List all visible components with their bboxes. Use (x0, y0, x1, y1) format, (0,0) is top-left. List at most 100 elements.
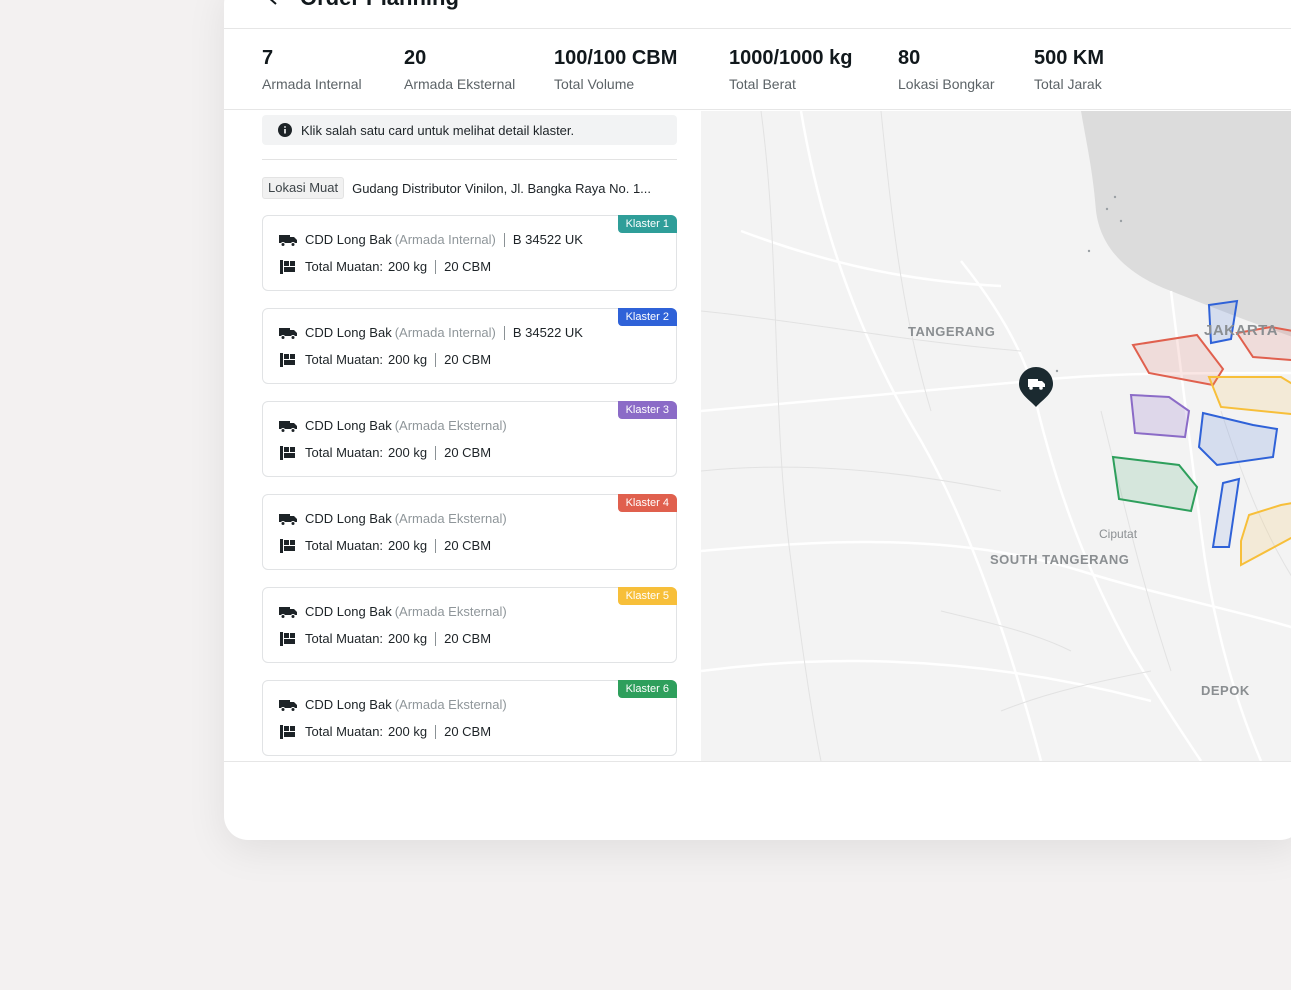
divider (262, 159, 677, 160)
page-title: Order Planning (300, 0, 459, 18)
map-label-ciputat: Ciputat (1099, 527, 1138, 541)
cluster-card-5[interactable]: Klaster 5 CDD Long Bak (Armada Eksternal… (262, 587, 677, 663)
truck-icon (279, 420, 297, 433)
vehicle-type: CDD Long Bak (305, 511, 392, 526)
map-label-tangerang: TANGERANG (908, 324, 996, 339)
cluster-badge: Klaster 4 (617, 494, 677, 512)
map-label-jakarta: JAKARTA (1204, 322, 1279, 339)
stat-value: 500 KM (1034, 47, 1105, 69)
cluster-card-1[interactable]: Klaster 1 CDD Long Bak (Armada Internal)… (262, 215, 677, 291)
stat-value: 100/100 CBM (554, 47, 678, 69)
truck-icon (279, 699, 297, 712)
load-weight: 200 kg (388, 445, 428, 460)
info-text: Klik salah satu card untuk melihat detai… (301, 122, 575, 138)
cargo-icon (280, 259, 295, 274)
cargo-icon (280, 352, 295, 367)
truck-icon (279, 327, 297, 340)
separator (435, 445, 437, 460)
vehicle-type: CDD Long Bak (305, 325, 392, 340)
fleet-type: (Armada Eksternal) (394, 511, 507, 526)
stat-armada-internal: 7 Armada Internal (262, 45, 362, 93)
stat-lokasi-bongkar: 80 Lokasi Bongkar (898, 45, 995, 93)
cluster-badge: Klaster 6 (617, 680, 677, 698)
map-label-south-tangerang: SOUTH TANGERANG (990, 552, 1130, 567)
vehicle-type: CDD Long Bak (305, 697, 392, 712)
vehicle-type: CDD Long Bak (305, 232, 392, 247)
vehicle-type: CDD Long Bak (305, 604, 392, 619)
fleet-type: (Armada Internal) (394, 325, 496, 340)
load-label: Total Muatan: (305, 631, 384, 646)
divider (224, 761, 1291, 762)
stat-armada-eksternal: 20 Armada Eksternal (404, 45, 515, 93)
load-weight: 200 kg (388, 538, 428, 553)
load-label: Total Muatan: (305, 445, 384, 460)
stat-value: 1000/1000 kg (729, 47, 853, 69)
load-volume: 20 CBM (444, 538, 492, 553)
fleet-type: (Armada Eksternal) (394, 697, 507, 712)
cluster-badge: Klaster 1 (617, 215, 677, 233)
separator (503, 325, 505, 340)
fleet-type: (Armada Eksternal) (394, 418, 507, 433)
load-weight: 200 kg (388, 352, 428, 367)
cluster-card-2[interactable]: Klaster 2 CDD Long Bak (Armada Internal)… (262, 308, 677, 384)
cluster-card-3[interactable]: Klaster 3 CDD Long Bak (Armada Eksternal… (262, 401, 677, 477)
fleet-type: (Armada Internal) (394, 232, 496, 247)
truck-icon (279, 234, 297, 247)
load-volume: 20 CBM (444, 259, 492, 274)
arrow-left-icon[interactable] (262, 0, 284, 8)
plate-number: B 34522 UK (512, 325, 583, 340)
cluster-badge: Klaster 3 (617, 401, 677, 419)
load-location-tag: Lokasi Muat (262, 177, 345, 199)
stat-value: 20 (404, 47, 427, 69)
map-label-depok: DEPOK (1201, 683, 1250, 698)
app-window: Order Planning 7 Armada Internal 20 Arma… (224, 0, 1291, 840)
stat-total-berat: 1000/1000 kg Total Berat (729, 45, 852, 93)
truck-icon (279, 606, 297, 619)
stats-bar: 7 Armada Internal 20 Armada Eksternal 10… (224, 29, 1291, 110)
cluster-badge: Klaster 5 (617, 587, 677, 605)
cargo-icon (280, 445, 295, 460)
stat-label: Armada Internal (262, 76, 362, 92)
stat-label: Total Volume (554, 76, 635, 92)
cluster-list-panel[interactable]: Klik salah satu card untuk melihat detai… (224, 111, 701, 761)
cluster-badge: Klaster 2 (617, 308, 677, 326)
load-volume: 20 CBM (444, 352, 492, 367)
stat-total-jarak: 500 KM Total Jarak (1034, 45, 1104, 93)
load-label: Total Muatan: (305, 259, 384, 274)
info-icon (278, 123, 292, 137)
stat-total-volume: 100/100 CBM Total Volume (554, 45, 677, 93)
load-volume: 20 CBM (444, 445, 492, 460)
separator (503, 232, 505, 247)
map-canvas (701, 111, 1291, 761)
load-volume: 20 CBM (444, 724, 492, 739)
cluster-card-4[interactable]: Klaster 4 CDD Long Bak (Armada Eksternal… (262, 494, 677, 570)
load-label: Total Muatan: (305, 724, 384, 739)
cargo-icon (280, 538, 295, 553)
cargo-icon (280, 724, 295, 739)
stat-value: 7 (262, 47, 274, 69)
cluster-card-6[interactable]: Klaster 6 CDD Long Bak (Armada Eksternal… (262, 680, 677, 756)
separator (435, 631, 437, 646)
info-banner: Klik salah satu card untuk melihat detai… (262, 115, 677, 145)
cargo-icon (280, 631, 295, 646)
load-weight: 200 kg (388, 631, 428, 646)
load-volume: 20 CBM (444, 631, 492, 646)
load-label: Total Muatan: (305, 538, 384, 553)
load-location: Lokasi Muat Gudang Distributor Vinilon, … (262, 177, 651, 199)
vehicle-type: CDD Long Bak (305, 418, 392, 433)
stat-label: Total Jarak (1034, 76, 1102, 92)
warehouse-pin-icon[interactable] (1019, 367, 1053, 407)
separator (435, 724, 437, 739)
load-location-address: Gudang Distributor Vinilon, Jl. Bangka R… (352, 180, 652, 196)
stat-value: 80 (898, 47, 921, 69)
map-view[interactable]: TANGERANG JAKARTA SOUTH TANGERANG Ciputa… (701, 111, 1291, 761)
load-weight: 200 kg (388, 724, 428, 739)
stat-label: Total Berat (729, 76, 796, 92)
fleet-type: (Armada Eksternal) (394, 604, 507, 619)
load-weight: 200 kg (388, 259, 428, 274)
separator (435, 352, 437, 367)
truck-icon (279, 513, 297, 526)
page-header: Order Planning (224, 0, 1291, 29)
separator (435, 259, 437, 274)
load-label: Total Muatan: (305, 352, 384, 367)
